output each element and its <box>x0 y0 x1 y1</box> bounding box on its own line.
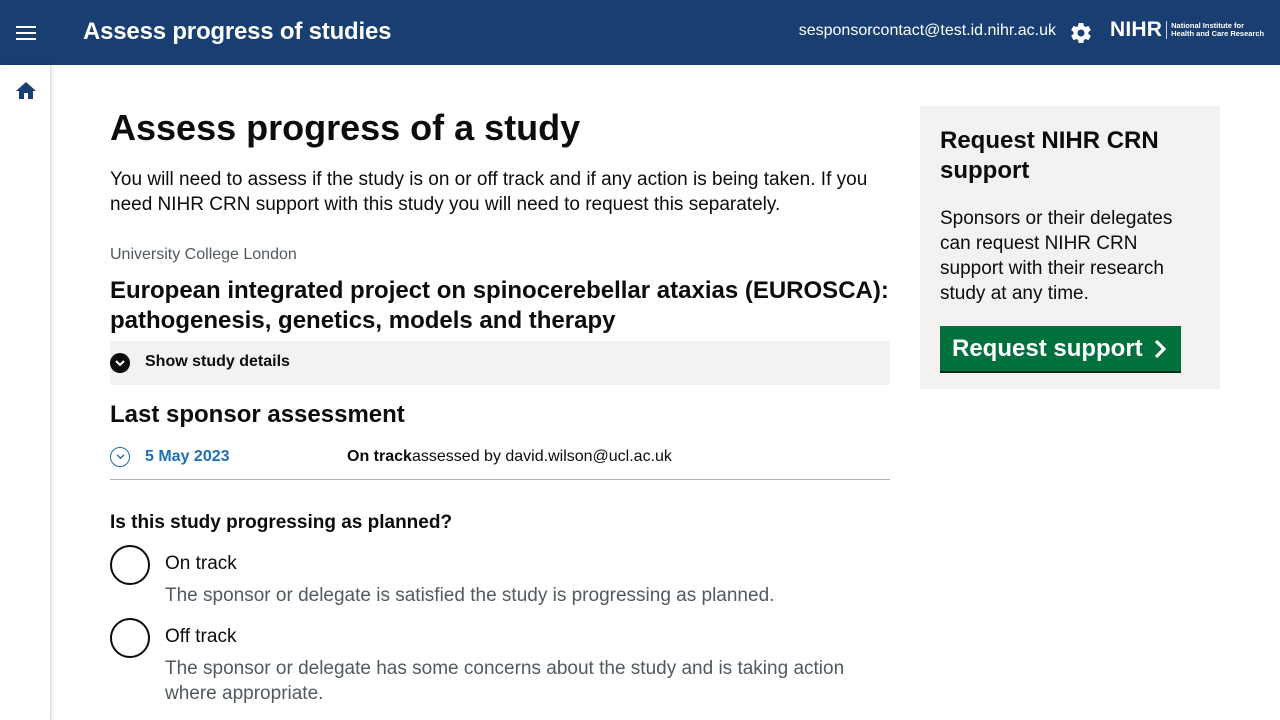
lead-paragraph: You will need to assess if the study is … <box>110 169 868 215</box>
assessment-status: On track <box>347 448 412 465</box>
assessment-assessor: assessed by david.wilson@ucl.ac.uk <box>412 448 672 465</box>
chevron-down-circle-icon <box>110 353 130 373</box>
logo-divider <box>1166 21 1168 39</box>
radio-hint: The sponsor or delegate is satisfied the… <box>165 585 775 606</box>
show-study-details-label: Show study details <box>145 353 290 370</box>
sidebar <box>0 65 51 720</box>
logo-text: National Institute for Health and Care R… <box>1171 21 1265 39</box>
support-panel: Request NIHR CRN support Sponsors or the… <box>920 106 1220 389</box>
radio-on-track[interactable]: On track The sponsor or delegate is sati… <box>110 545 890 610</box>
radio-label: Off track <box>165 626 237 647</box>
assessment-date-link[interactable]: 5 May 2023 <box>145 448 230 466</box>
assessment-row: 5 May 2023 On track assessed by david.wi… <box>110 442 890 480</box>
support-panel-title: Request NIHR CRN support <box>940 127 1159 184</box>
radio-label: On track <box>165 553 237 574</box>
study-title: European integrated project on spinocere… <box>110 277 889 334</box>
show-study-details-toggle[interactable]: Show study details <box>110 341 890 385</box>
support-panel-body: Sponsors or their delegates can request … <box>940 208 1173 304</box>
last-assessment-heading: Last sponsor assessment <box>110 401 405 428</box>
radio-button[interactable] <box>110 618 150 658</box>
gear-icon[interactable] <box>1069 21 1093 45</box>
radio-hint: The sponsor or delegate has some concern… <box>165 658 845 704</box>
chevron-down-icon[interactable] <box>110 447 130 467</box>
nihr-logo: NIHR National Institute for Health and C… <box>1110 18 1264 42</box>
progress-question: Is this study progressing as planned? <box>110 512 453 533</box>
request-support-button[interactable]: Request support <box>940 326 1181 371</box>
app-title: Assess progress of studies <box>83 18 392 45</box>
logo-text-line2: Health and Care Research <box>1171 29 1265 38</box>
home-icon[interactable] <box>14 79 38 103</box>
radio-off-track[interactable]: Off track The sponsor or delegate has so… <box>110 618 890 708</box>
request-support-label: Request support <box>952 334 1143 362</box>
top-header: Assess progress of studies sesponsorcont… <box>0 0 1280 65</box>
page-title: Assess progress of a study <box>110 107 581 148</box>
chevron-right-icon <box>1154 339 1166 358</box>
logo-mark: NIHR <box>1110 18 1163 41</box>
menu-icon[interactable] <box>0 0 52 65</box>
organisation-caption: University College London <box>110 246 297 263</box>
user-email: sesponsorcontact@test.id.nihr.ac.uk <box>798 22 1056 39</box>
radio-button[interactable] <box>110 545 150 585</box>
